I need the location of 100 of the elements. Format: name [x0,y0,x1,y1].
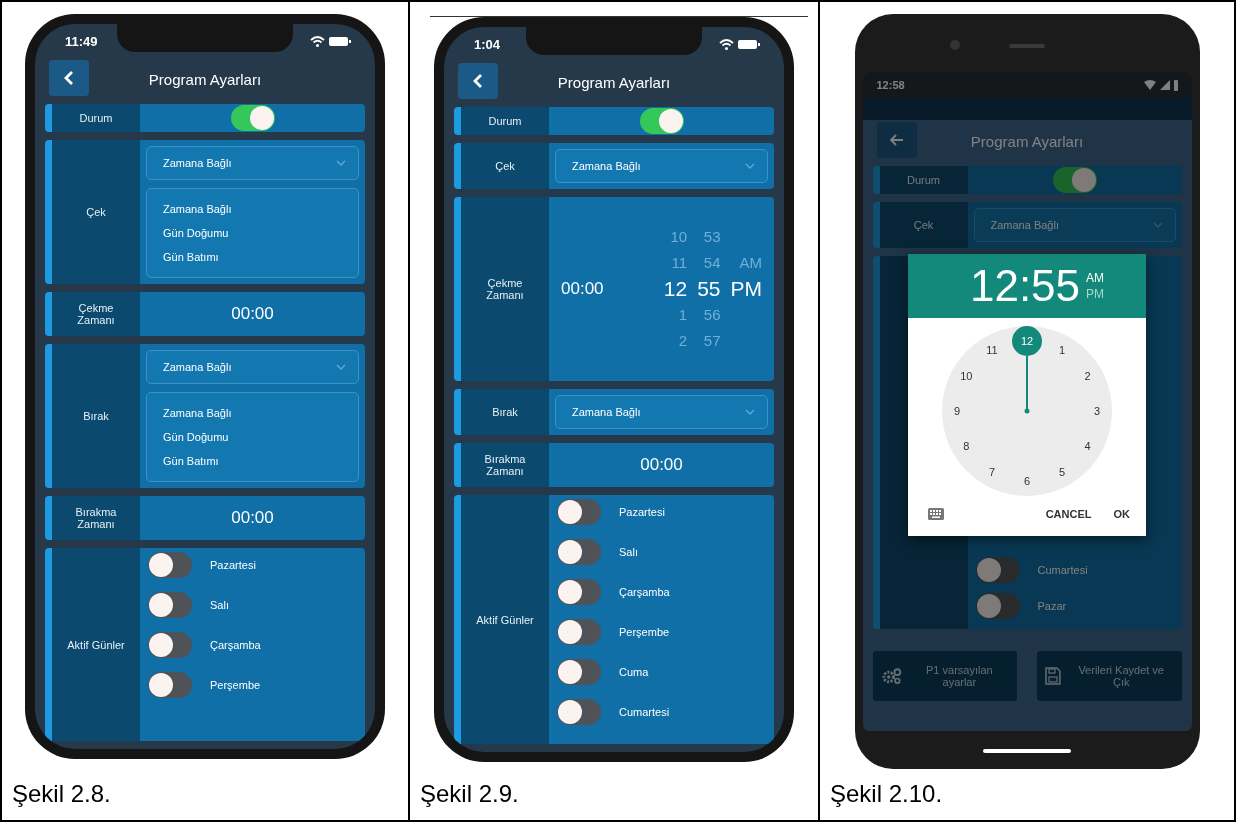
chevron-left-icon [473,73,483,89]
accent-bar [454,143,461,189]
menu-item[interactable]: Zamana Bağlı [147,401,358,425]
accent-bar [454,443,461,487]
dropdown[interactable]: Zamana Bağlı [555,395,768,429]
clock-number[interactable]: 7 [979,458,1005,485]
toggle-switch[interactable] [148,552,192,578]
chevron-down-icon [745,409,755,415]
menu-item[interactable]: Gün Batımı [147,449,358,473]
toggle-switch[interactable] [1052,167,1097,193]
dropdown[interactable]: Zamana Bağlı [973,208,1176,242]
period-option[interactable]: PM [1086,287,1105,301]
time-value[interactable]: 00:00 [561,279,604,299]
chevron-down-icon [336,160,346,166]
screen-title: Program Ayarları [557,73,671,91]
menu-item[interactable]: Gün Doğumu [147,425,358,449]
clock-hand [1024,355,1030,414]
row-label: Bırak [52,344,140,488]
action-button[interactable]: P1 varsayılan ayarlar [872,651,1017,701]
clock-number[interactable]: 11 [979,337,1005,364]
day-label: Çarşamba [210,639,261,651]
clock-number[interactable]: 5 [1049,458,1075,485]
clock-number[interactable]: 8 [953,433,980,459]
day-label: Salı [210,599,229,611]
menu-item[interactable]: Gün Doğumu [147,221,358,245]
toggle-switch[interactable] [557,659,601,685]
dropdown[interactable]: Zamana Bağlı [146,146,359,180]
row-label: Durum [461,107,549,135]
clock-number[interactable]: 1 [1049,337,1075,364]
clock-number[interactable]: 3 [1084,398,1110,424]
accent-bar [872,202,880,248]
row-label: Durum [879,166,968,194]
dialog-button[interactable]: CANCEL [1045,504,1092,524]
camera-lens [949,40,960,50]
status-time: 11:49 [65,33,98,49]
picker-item[interactable]: PM [730,276,762,302]
chevron-down-icon [336,364,346,370]
screen-title: Program Ayarları [970,132,1084,150]
toggle-switch[interactable] [975,557,1020,583]
menu-item[interactable]: Zamana Bağlı [147,197,358,221]
day-label: Perşembe [210,679,261,691]
day-label: Pazartesi [619,506,665,518]
clock-number[interactable]: 6 [1014,468,1040,494]
keyboard-icon[interactable] [928,508,944,520]
menu-item[interactable]: Gün Batımı [147,245,358,269]
wifi-icon [1143,80,1156,90]
picker-item[interactable]: 12 [663,276,688,302]
clock-number[interactable]: 10 [953,363,980,389]
period-option[interactable]: AM [1086,271,1105,285]
battery-icon [1173,79,1178,91]
clock-number[interactable]: 2 [1074,363,1101,389]
row-label: Çek [461,143,549,189]
toggle-switch[interactable] [148,632,192,658]
action-button[interactable]: Verileri Kaydet ve Çık [1037,651,1182,701]
chevron-left-icon [64,70,74,86]
toggle-switch[interactable] [148,592,192,618]
time-value[interactable]: 00:00 [231,304,274,324]
row-label: Bırakma Zamanı [52,496,140,540]
figure-caption: Şekil 2.9. [419,780,520,809]
back-button[interactable] [458,63,498,99]
picker-item[interactable]: 55 [697,276,721,302]
accent-bar [872,166,880,194]
back-button[interactable] [876,122,917,158]
toggle-switch[interactable] [557,579,601,605]
time-value[interactable]: 00:00 [231,508,274,528]
toggle-switch[interactable] [557,499,601,525]
accent-bar [45,104,52,132]
row-label: Çek [879,202,968,248]
row-label: Durum [52,104,140,132]
chevron-down-icon [1152,222,1163,228]
toggle-switch[interactable] [230,105,275,131]
toggle-switch[interactable] [639,108,684,134]
toggle-switch[interactable] [557,619,601,645]
dialog-button[interactable]: OK [1113,504,1130,524]
battery-icon [329,35,351,47]
toggle-switch[interactable] [557,699,601,725]
day-label: Salı [619,546,638,558]
clock-number[interactable]: 4 [1074,433,1101,459]
back-button[interactable] [49,60,89,96]
figure-caption: Şekil 2.10. [829,780,944,809]
day-label: Cumartesi [1037,564,1088,576]
dropdown[interactable]: Zamana Bağlı [555,149,768,183]
clock-number[interactable]: 9 [944,398,970,424]
row-label: Bırak [461,389,549,435]
toggle-switch[interactable] [148,672,192,698]
clock-dial[interactable]: 12 1 2 3 4 5 6 7 8 9 10 11 [942,326,1112,496]
dropdown[interactable]: Zamana Bağlı [146,350,359,384]
accent-bar [454,107,461,135]
signal-icon [1159,80,1170,90]
row-label: Çekme Zamanı [461,197,549,381]
clock-number[interactable]: 12 [1012,326,1042,356]
day-label: Pazar [1037,600,1067,612]
accent-bar [45,292,52,336]
save-icon [1045,667,1061,685]
toggle-switch[interactable] [975,593,1020,619]
toggle-switch[interactable] [557,539,601,565]
time-value[interactable]: 00:00 [640,455,683,475]
row-label: Çekme Zamanı [52,292,140,336]
accent-bar [454,389,461,435]
day-label: Çarşamba [619,586,670,598]
